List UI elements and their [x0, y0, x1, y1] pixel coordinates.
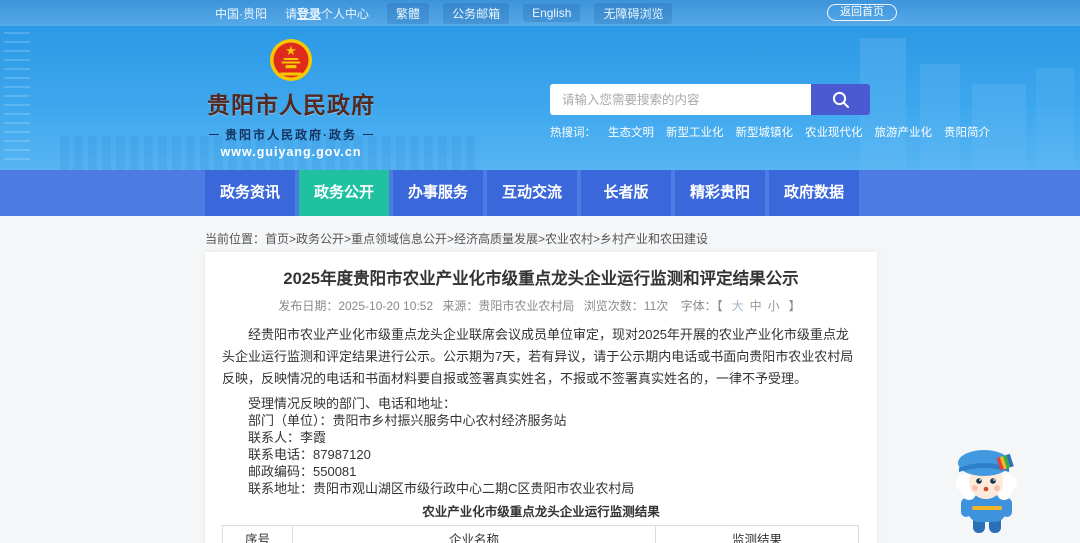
font-size-option[interactable]: 小: [768, 299, 780, 313]
table-header-cell: 序号: [222, 525, 293, 543]
topbar-links-group: 繁體 公务邮箱 English 无障碍浏览: [387, 2, 673, 24]
site-logo-block[interactable]: ★ 贵阳市人民政府 贵阳市人民政府·政务 www.guiyang.gov.cn: [205, 38, 377, 159]
region-link[interactable]: 中国·贵阳: [215, 5, 267, 22]
search-block: 热搜词： 生态文明新型工业化新型城镇化农业现代化旅游产业化贵阳简介: [550, 84, 990, 140]
topbar-link[interactable]: 无障碍浏览: [594, 2, 673, 24]
hot-search-word[interactable]: 旅游产业化: [875, 124, 933, 140]
article-paragraph: 经贵阳市农业产业化市级重点龙头企业联席会议成员单位审定，现对2025年开展的农业…: [222, 327, 854, 386]
nav-item[interactable]: 政府数据: [769, 170, 859, 216]
table-header-cell: 监测结果: [655, 525, 859, 543]
login-suffix: 个人中心: [321, 6, 370, 21]
topbar-link[interactable]: English: [523, 4, 581, 22]
hot-search-row: 热搜词： 生态文明 新型工业化 新型城镇化 农业现代化 旅游产业化 贵阳简介: [550, 124, 990, 140]
search-button[interactable]: [811, 84, 870, 115]
article-paragraph: 联系人：李霞: [248, 430, 327, 445]
content-area: 当前位置：首页>政务公开>重点领域信息公开>经济高质量发展>农业农村>乡村产业和…: [0, 216, 1080, 543]
results-table: 序号企业名称监测结果 1贵州合力超市采购有限公司合格2贵州友禾种业有限公司合格3…: [222, 525, 859, 543]
banner-pattern-left: [4, 32, 30, 162]
breadcrumb: 当前位置：首页>政务公开>重点领域信息公开>经济高质量发展>农业农村>乡村产业和…: [205, 230, 708, 247]
site-title: 贵阳市人民政府: [207, 92, 375, 118]
topbar-link[interactable]: 公务邮箱: [443, 2, 510, 24]
nav-item[interactable]: 政务公开: [299, 170, 389, 216]
nav-item[interactable]: 互动交流: [487, 170, 577, 216]
article-title: 2025年度贵阳市农业产业化市级重点龙头企业运行监测和评定结果公示: [283, 270, 799, 288]
article-paragraph: 联系电话：87987120: [248, 447, 371, 462]
hot-search-word[interactable]: 贵阳简介: [944, 124, 990, 140]
article-source: 来源：贵阳市农业农村局: [442, 299, 575, 313]
nav-item[interactable]: 精彩贵阳: [675, 170, 765, 216]
site-subtitle: 贵阳市人民政府·政务: [205, 126, 377, 143]
article-paragraph: 联系地址：贵阳市观山湖区市级行政中心二期C区贵阳市农业农村局: [248, 481, 635, 496]
article-meta: 发布日期：2025-10-20 10:52 来源：贵阳市农业农村局 浏览次数：1…: [222, 297, 860, 314]
article-body: 经贵阳市农业产业化市级重点龙头企业联席会议成员单位审定，现对2025年开展的农业…: [222, 324, 860, 495]
main-nav-bar: 政务资讯 政务公开 办事服务 互动交流 长者版 精彩贵阳 政府数据: [0, 170, 1080, 216]
nav-item[interactable]: 办事服务: [393, 170, 483, 216]
article-paragraph: 邮政编码：550081: [248, 464, 357, 479]
login-link[interactable]: 请登录个人中心: [285, 5, 369, 22]
mascot-assistant[interactable]: [946, 446, 1026, 540]
top-utility-bar: 中国·贵阳 请登录个人中心 繁體 公务邮箱 English 无障碍浏览 返回首页: [0, 0, 1080, 26]
article-paragraph: 部门（单位）：贵阳市乡村振兴服务中心农村经济服务站: [248, 413, 567, 428]
hot-search-word[interactable]: 新型工业化: [666, 124, 724, 140]
font-size-options: 大中小: [729, 299, 783, 313]
breadcrumb-path[interactable]: 首页>政务公开>重点领域信息公开>经济高质量发展>农业农村>乡村产业和农田建设: [265, 232, 708, 246]
search-icon: [832, 91, 849, 108]
login-emphasis: 登录: [297, 6, 322, 21]
hot-search-word[interactable]: 农业现代化: [805, 124, 863, 140]
article-card: 2025年度贵阳市农业产业化市级重点龙头企业运行监测和评定结果公示 发布日期：2…: [205, 252, 877, 543]
back-home-button[interactable]: 返回首页: [827, 4, 897, 21]
hot-search-word[interactable]: 生态文明: [608, 124, 654, 140]
national-emblem-icon: ★: [270, 39, 312, 81]
table-caption: 农业产业化市级重点龙头企业运行监测结果: [422, 505, 660, 519]
font-label-suffix: 】: [788, 299, 801, 313]
font-size-option[interactable]: 中: [750, 299, 762, 313]
hot-search-label: 热搜词：: [550, 127, 596, 139]
font-size-control: 字体：【大中小】: [678, 299, 804, 313]
page: 中国·贵阳 请登录个人中心 繁體 公务邮箱 English 无障碍浏览 返回首页 ★: [0, 0, 1080, 543]
search-input[interactable]: [550, 84, 811, 115]
nav-item[interactable]: 政务资讯: [205, 170, 295, 216]
topbar-link[interactable]: 繁體: [387, 2, 430, 24]
article-paragraph: 受理情况反映的部门、电话和地址：: [248, 396, 457, 411]
table-header-cell: 企业名称: [292, 525, 656, 543]
site-banner: ★ 贵阳市人民政府 贵阳市人民政府·政务 www.guiyang.gov.cn: [0, 26, 1080, 170]
publish-date: 发布日期：2025-10-20 10:52: [278, 299, 434, 313]
font-size-option[interactable]: 大: [732, 299, 744, 313]
site-url: www.guiyang.gov.cn: [220, 145, 362, 159]
breadcrumb-label: 当前位置：: [205, 232, 266, 246]
svg-text:★: ★: [285, 43, 297, 58]
login-prefix: 请: [285, 6, 298, 21]
topbar-links: 中国·贵阳 请登录个人中心 繁體 公务邮箱 English 无障碍浏览: [215, 0, 673, 26]
hot-search-word[interactable]: 新型城镇化: [736, 124, 794, 140]
table-header-row: 序号 企业名称 监测结果: [222, 525, 859, 543]
view-count: 浏览次数：11次: [583, 299, 669, 313]
main-nav-items: 政务资讯 政务公开 办事服务 互动交流 长者版 精彩贵阳 政府数据: [205, 170, 859, 216]
city-silhouette-right: [850, 38, 1080, 170]
font-label-prefix: 字体：【: [680, 299, 723, 313]
nav-item[interactable]: 长者版: [581, 170, 671, 216]
